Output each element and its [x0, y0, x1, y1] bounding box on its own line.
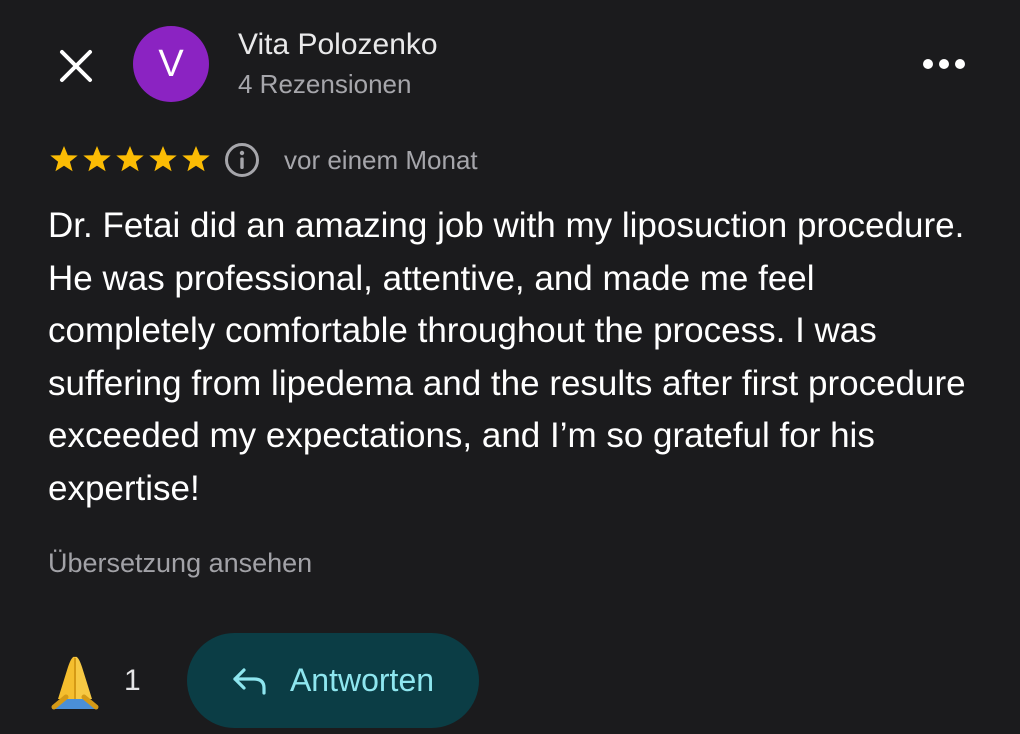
- star-rating: [48, 144, 212, 176]
- review-detail: V Vita Polozenko 4 Rezensionen vor einem…: [0, 0, 1020, 734]
- folded-hands-icon: [51, 656, 99, 710]
- avatar-letter: V: [158, 42, 184, 85]
- star-icon: [149, 146, 177, 172]
- rating-row: vor einem Monat: [48, 140, 478, 180]
- reply-arrow-icon: [233, 667, 266, 695]
- author-name[interactable]: Vita Polozenko: [238, 28, 438, 62]
- reaction-count: 1: [124, 664, 141, 697]
- close-icon: [60, 50, 92, 82]
- reply-button[interactable]: Antworten: [187, 633, 479, 728]
- reply-label: Antworten: [289, 662, 435, 698]
- avatar[interactable]: V: [133, 26, 209, 102]
- review-date: vor einem Monat: [284, 144, 478, 175]
- close-button[interactable]: [52, 42, 100, 90]
- star-icon: [83, 146, 111, 172]
- star-icon: [182, 146, 210, 172]
- more-options-button[interactable]: [916, 46, 972, 82]
- info-icon[interactable]: [224, 142, 260, 178]
- review-count: 4 Rezensionen: [238, 69, 412, 99]
- translate-link[interactable]: Übersetzung ansehen: [48, 548, 312, 579]
- star-icon: [116, 146, 144, 172]
- reaction-button[interactable]: 1: [44, 646, 141, 716]
- star-icon: [50, 146, 78, 172]
- more-horizontal-icon: [923, 59, 965, 69]
- review-text: Dr. Fetai did an amazing job with my lip…: [48, 206, 966, 508]
